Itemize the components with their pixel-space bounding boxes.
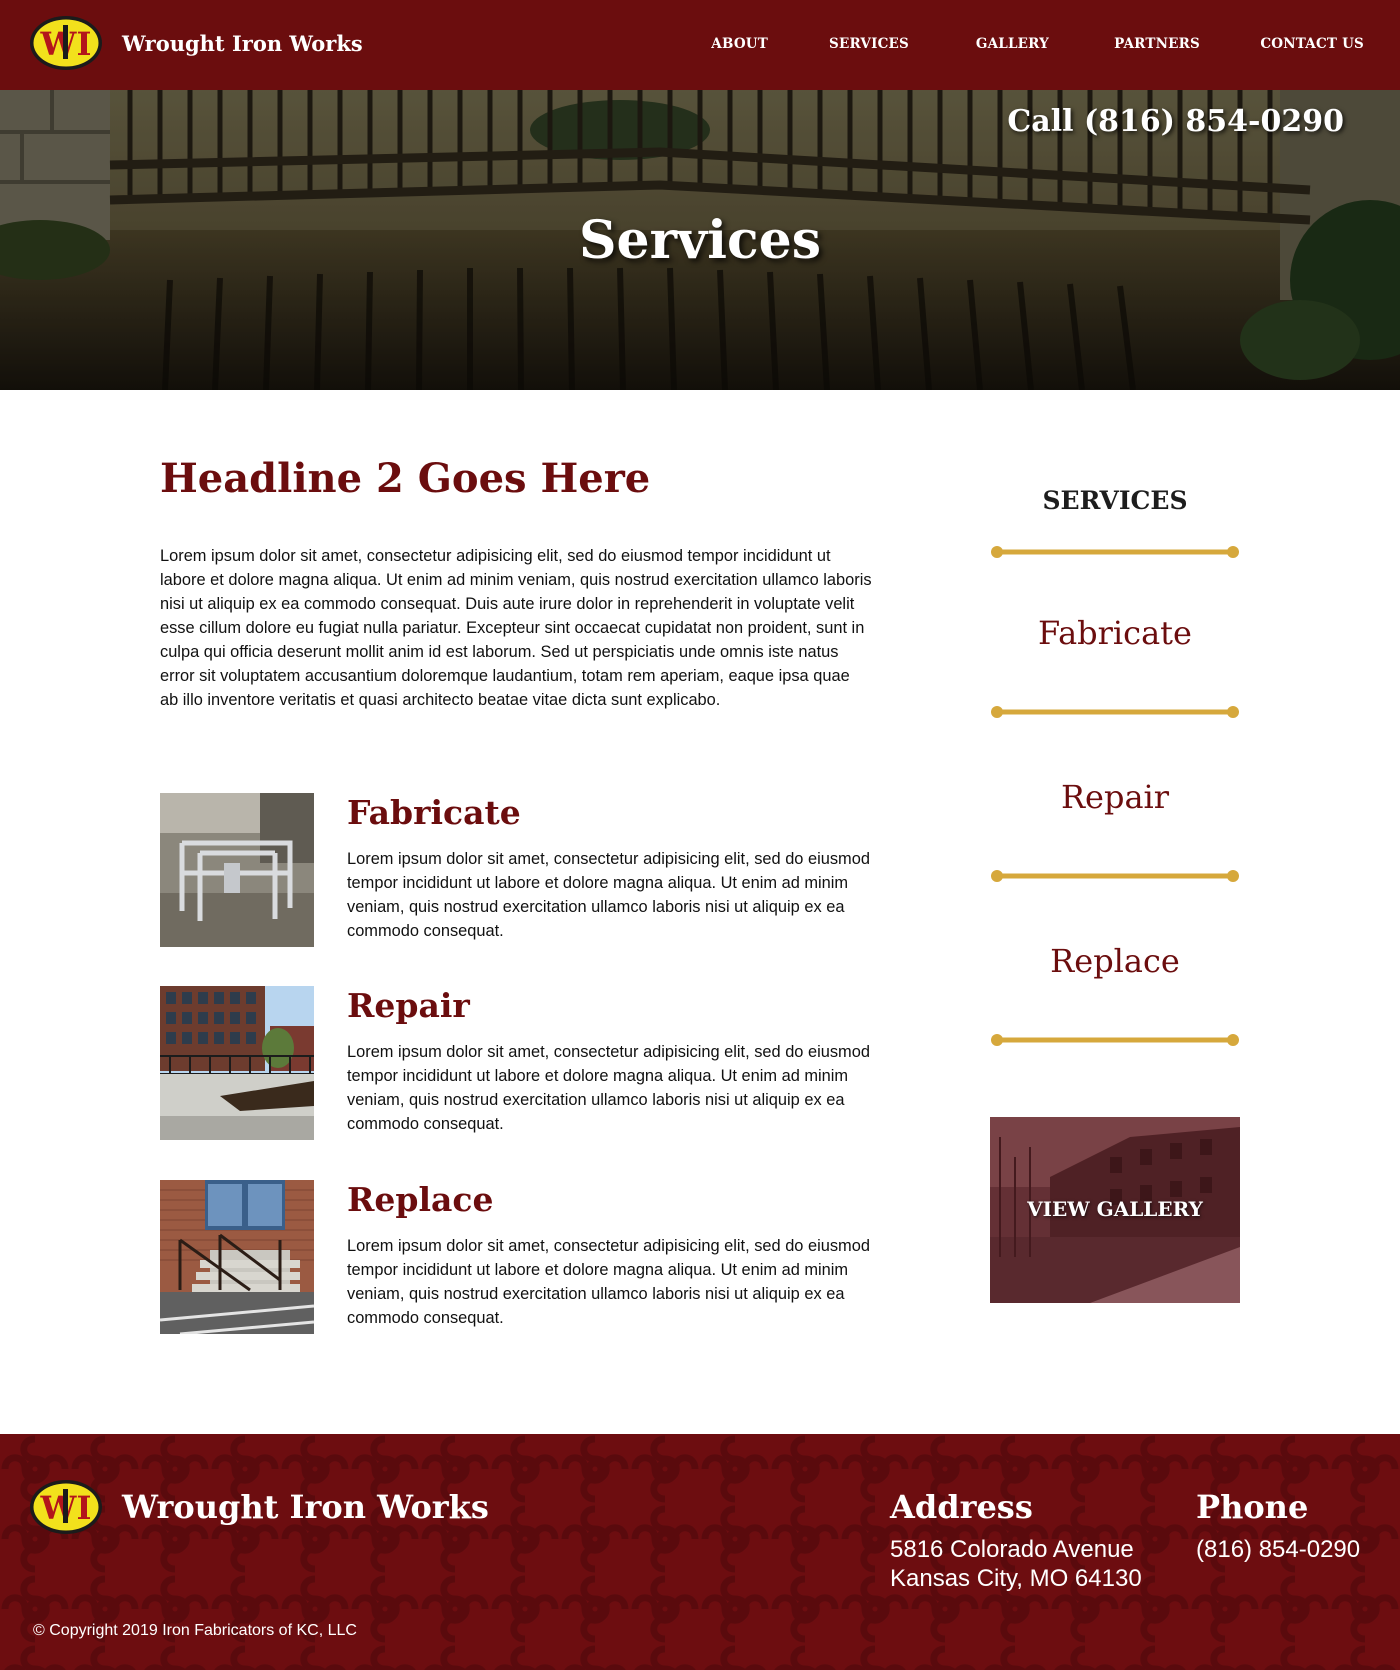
replace-photo	[160, 1180, 314, 1334]
address-heading: Address	[890, 1488, 1033, 1526]
view-gallery-button[interactable]: VIEW GALLERY	[990, 1117, 1240, 1303]
sidebar-link-replace[interactable]: Replace	[990, 942, 1240, 980]
address-line-2: Kansas City, MO 64130	[890, 1565, 1142, 1592]
nav-contact-us[interactable]: CONTACT US	[1260, 36, 1364, 52]
page-title: Services	[578, 210, 822, 271]
gallery-label: VIEW GALLERY	[1027, 1197, 1203, 1221]
nav-about[interactable]: ABOUT	[711, 36, 768, 52]
service-row-fabricate: Fabricate Lorem ipsum dolor sit amet, co…	[160, 793, 872, 947]
intro-paragraph: Lorem ipsum dolor sit amet, consectetur …	[160, 547, 872, 709]
repair-photo	[160, 986, 314, 1140]
brand-name: Wrought Iron Works	[122, 30, 363, 56]
footer-brand-name: Wrought Iron Works	[122, 1488, 489, 1526]
footer-logo-icon: WI	[30, 1480, 102, 1534]
site-footer: WI Wrought Iron Works Address 5816 Color…	[0, 1434, 1400, 1670]
logo-badge-icon: WI	[30, 16, 102, 70]
hero-banner: Call (816) 854-0290 Services	[0, 90, 1400, 390]
divider-rule-icon	[991, 1034, 1239, 1046]
address-line-1: 5816 Colorado Avenue	[890, 1536, 1134, 1563]
fabricate-photo	[160, 793, 314, 947]
service-row-repair: Repair Lorem ipsum dolor sit amet, conse…	[160, 986, 872, 1140]
nav-partners[interactable]: PARTNERS	[1114, 36, 1200, 52]
site-header: WI Wrought Iron Works ABOUT SERVICES GAL…	[0, 0, 1400, 90]
service-title: Fabricate	[347, 793, 521, 832]
footer-phone[interactable]: (816) 854-0290	[1196, 1536, 1360, 1564]
sidebar-heading: SERVICES	[1042, 486, 1188, 515]
phone-heading: Phone	[1196, 1488, 1309, 1526]
service-description: Lorem ipsum dolor sit amet, consectetur …	[347, 1237, 870, 1327]
copyright: © Copyright 2019 Iron Fabricators of KC,…	[33, 1622, 357, 1639]
nav-gallery[interactable]: GALLERY	[976, 36, 1049, 52]
hero-phone-cta[interactable]: Call (816) 854-0290	[1007, 104, 1344, 139]
sidebar-link-repair[interactable]: Repair	[990, 778, 1240, 816]
service-title: Repair	[347, 986, 470, 1025]
section-headline: Headline 2 Goes Here	[160, 455, 651, 502]
divider-rule-icon	[991, 546, 1239, 558]
service-row-replace: Replace Lorem ipsum dolor sit amet, cons…	[160, 1180, 872, 1334]
divider-rule-icon	[991, 870, 1239, 882]
sidebar-link-fabricate[interactable]: Fabricate	[990, 614, 1240, 652]
service-title: Replace	[347, 1180, 494, 1219]
nav-services[interactable]: SERVICES	[829, 36, 909, 52]
service-description: Lorem ipsum dolor sit amet, consectetur …	[347, 1043, 870, 1133]
service-description: Lorem ipsum dolor sit amet, consectetur …	[347, 850, 870, 940]
divider-rule-icon	[991, 706, 1239, 718]
logo-link[interactable]: WI Wrought Iron Works	[28, 14, 363, 72]
